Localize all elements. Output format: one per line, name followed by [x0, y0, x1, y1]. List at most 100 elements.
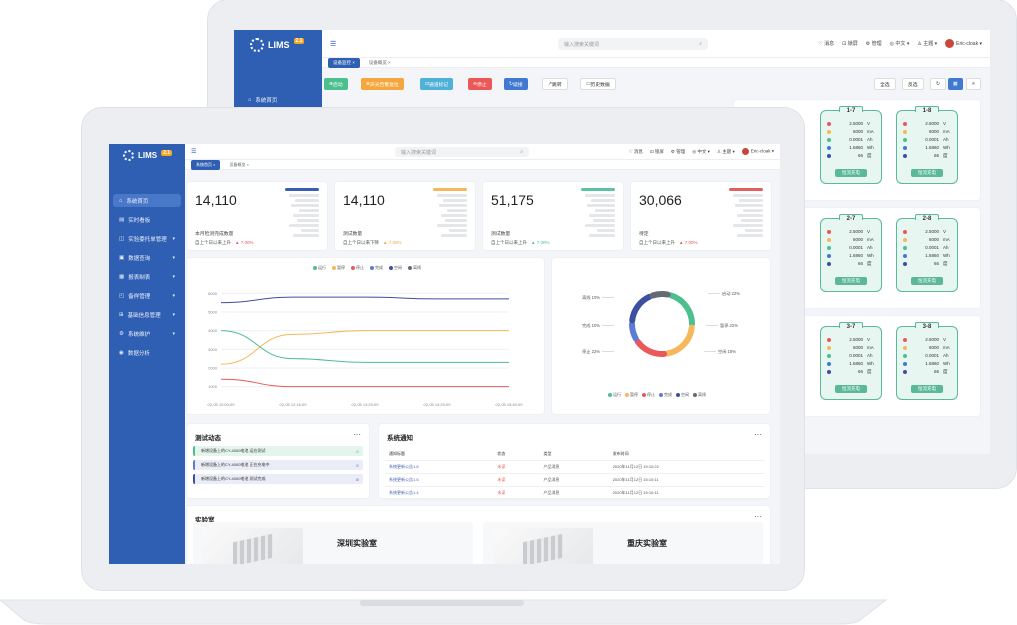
back-tab-overview[interactable]: 设备概览 × [364, 58, 396, 68]
back-tool-lang[interactable]: ◎ 中文 ▾ [890, 40, 910, 47]
front-nav-item[interactable]: ⊞ 基础信息管理 ▾ [109, 308, 185, 321]
battery-reading: 0.0001 Ah [827, 245, 877, 250]
legend-item[interactable]: 暂停 [625, 392, 638, 398]
jump-button[interactable]: ↗ 跳转 [542, 78, 568, 90]
channel-mark-button[interactable]: ⊡ 通道标记 [420, 78, 454, 90]
battery-cell[interactable]: 3-8 2.5000 V 6000 mA 0.0001 Ah 1.6860 Wh 66 度恒流充电 [896, 322, 958, 400]
home-icon: ⌂ [119, 197, 123, 204]
lab-item[interactable]: 重庆实验室 [483, 522, 763, 564]
notice-cell: 未读 [493, 486, 540, 500]
legend-item[interactable]: 停止 [642, 392, 655, 398]
battery-cell[interactable]: 2-8 2.5000 V 6000 mA 0.0001 Ah 1.6860 Wh 66 度恒流充电 [896, 214, 958, 292]
legend-item[interactable]: 完成 [659, 392, 672, 398]
reading-unit: Wh [867, 253, 874, 258]
front-nav-item[interactable]: ⚙ 系统维护 ▾ [109, 327, 185, 340]
resume-button[interactable]: ↻ 续接 [504, 78, 528, 90]
notice-cell[interactable]: 系统更新公告1.5 [385, 473, 494, 487]
front-tab-overview[interactable]: 设备概览 × [224, 160, 253, 170]
reading-value: 1.6860 [849, 361, 863, 366]
battery-cell[interactable]: 3-7 2.5000 V 6000 mA 0.0001 Ah 1.6860 Wh 66 度恒流充电 [820, 322, 882, 400]
back-tab-monitor[interactable]: 设备监控 × [328, 57, 360, 68]
front-logo: LIMS 2.1 [123, 150, 173, 161]
status-dot-icon [903, 154, 907, 158]
activity-item[interactable]: 新增设备上的CY-4000电池 正在充电中 ⊙ [193, 460, 363, 470]
query-icon: ▣ [119, 254, 125, 261]
refresh-icon[interactable]: ↻ [930, 78, 947, 90]
more-icon[interactable]: ⋯ [754, 430, 762, 439]
grid-view-icon[interactable]: ▦ [948, 78, 963, 90]
donut-slice[interactable] [629, 293, 653, 324]
menu-collapse-icon[interactable]: ☰ [191, 148, 196, 155]
front-search-input[interactable]: 输入搜索关键词 ⌕ [395, 147, 529, 157]
more-icon[interactable]: ⋯ [353, 430, 361, 439]
front-nav-item[interactable]: ◫ 实验委托单管理 ▾ [109, 232, 185, 245]
front-tool-lang[interactable]: ◎ 中文 ▾ [692, 149, 710, 155]
donut-slice[interactable] [668, 292, 696, 328]
select-all-button[interactable]: 全选 [874, 78, 896, 90]
legend-item[interactable]: 离线 [693, 392, 706, 398]
back-nav-home[interactable]: ⌂ 系统首页 [238, 94, 287, 106]
check-circle-icon: ⊙ [355, 462, 359, 468]
lab-item[interactable]: 深圳实验室 [193, 522, 473, 564]
invert-select-button[interactable]: 反选 [902, 78, 924, 90]
donut-slice[interactable] [649, 291, 671, 299]
legend-item[interactable]: 空闲 [676, 392, 689, 398]
alarm-reset-button[interactable]: ⊗ 声光告警复位 [361, 78, 404, 90]
back-tool-manage[interactable]: ⚙ 管理 [866, 40, 882, 47]
more-icon[interactable]: ⋯ [754, 512, 762, 521]
front-tool-message[interactable]: ♡ 消息 [629, 149, 643, 155]
status-dot-icon [827, 254, 831, 258]
x-tick-label: 02-05 15:40:00 [496, 402, 524, 407]
front-nav-item[interactable]: ▤ 实时看板 [109, 213, 185, 226]
front-nav-item[interactable]: ◉ 数据分析 [109, 346, 185, 359]
lab-photo [203, 528, 303, 564]
status-dot-icon [903, 230, 907, 234]
back-tool-message[interactable]: ♡ 消息 [818, 40, 834, 47]
battery-cell[interactable]: 1-8 2.5000 V 6000 mA 0.0001 Ah 1.6860 Wh 66 度恒流充电 [896, 106, 958, 184]
donut-slice[interactable] [628, 320, 639, 342]
activity-item[interactable]: 新增设备上的CY-4000电池 运在测试 ⊙ [193, 446, 363, 456]
list-view-icon[interactable]: ≡ [966, 78, 981, 90]
front-topbar: ☰ 输入搜索关键词 ⌕ ♡ 消息 ⊡ 锁屏 ⚙ 管理 ◎ 中文 ▾ ♙ 主题 ▾… [185, 144, 780, 160]
reading-value: 0.0001 [849, 245, 863, 250]
activity-text: 新增设备上的CY-4000电池 正在充电中 [201, 462, 270, 467]
front-nav-item[interactable]: ◰ 备样管理 ▾ [109, 289, 185, 302]
back-search-input[interactable]: 输入搜索关键词 ⌕ [558, 38, 708, 50]
y-tick-label: 6000 [208, 291, 218, 296]
back-user-menu[interactable]: Eric-cloak ▾ [945, 39, 982, 48]
start-button-label: 启动 [333, 82, 343, 88]
status-dot-icon [903, 146, 907, 150]
notice-cell[interactable]: 系统更新公告1.6 [385, 460, 494, 474]
battery-reading: 2.5000 V [903, 229, 953, 234]
activity-item[interactable]: 新增设备上的CY-4000电池 测试完成 ⊙ [193, 474, 363, 484]
front-tool-lock[interactable]: ⊡ 锁屏 [650, 149, 664, 155]
front-nav-item[interactable]: ▦ 报表制表 ▾ [109, 270, 185, 283]
donut-slice[interactable] [664, 324, 695, 357]
donut-callout: 离线 10% [582, 294, 600, 301]
battery-cell[interactable]: 2-7 2.5000 V 6000 mA 0.0001 Ah 1.6860 Wh 66 度恒流充电 [820, 214, 882, 292]
donut-slice[interactable] [634, 338, 668, 357]
start-button[interactable]: ⊕ 启动 [324, 78, 348, 90]
battery-reading: 2.5000 V [827, 337, 877, 342]
battery-cell[interactable]: 1-7 2.5000 V 6000 mA 0.0001 Ah 1.6860 Wh 66 度恒流充电 [820, 106, 882, 184]
front-user-menu[interactable]: Eric-cloak ▾ [741, 148, 774, 155]
front-tool-manage[interactable]: ⚙ 管理 [671, 149, 685, 155]
front-nav-item[interactable]: ▣ 数据查询 ▾ [109, 251, 185, 264]
kpi-placeholder-line [737, 234, 763, 237]
table-row[interactable]: 系统更新公告1.6 未读 产品消息 2020年11月12日 15:10:22 [385, 460, 765, 474]
kpi-compare: 自上个日以来下降 ▲ 7.00% [343, 240, 401, 246]
reading-unit: Ah [867, 137, 873, 142]
table-row[interactable]: 系统更新公告1.4 未读 产品消息 2020年11月12日 15:10:11 [385, 486, 765, 500]
stop-button-label: 停止 [477, 82, 487, 88]
notice-cell[interactable]: 系统更新公告1.4 [385, 486, 494, 500]
front-tab-home[interactable]: 系统首页 × [191, 159, 221, 170]
back-tool-theme[interactable]: ♙ 主题 ▾ [917, 40, 937, 47]
legend-item[interactable]: 运行 [608, 392, 621, 398]
menu-collapse-icon[interactable]: ☰ [330, 40, 336, 48]
stop-button[interactable]: ⊖ 停止 [468, 78, 492, 90]
front-nav-item[interactable]: ⌂ 系统首页 [113, 194, 181, 207]
back-tool-lock[interactable]: ⊡ 锁屏 [842, 40, 858, 47]
history-button[interactable]: ▭ 历史数据 [580, 78, 616, 90]
table-row[interactable]: 系统更新公告1.5 未读 产品消息 2020年11月12日 15:10:11 [385, 473, 765, 487]
front-tool-theme[interactable]: ♙ 主题 ▾ [717, 149, 735, 155]
